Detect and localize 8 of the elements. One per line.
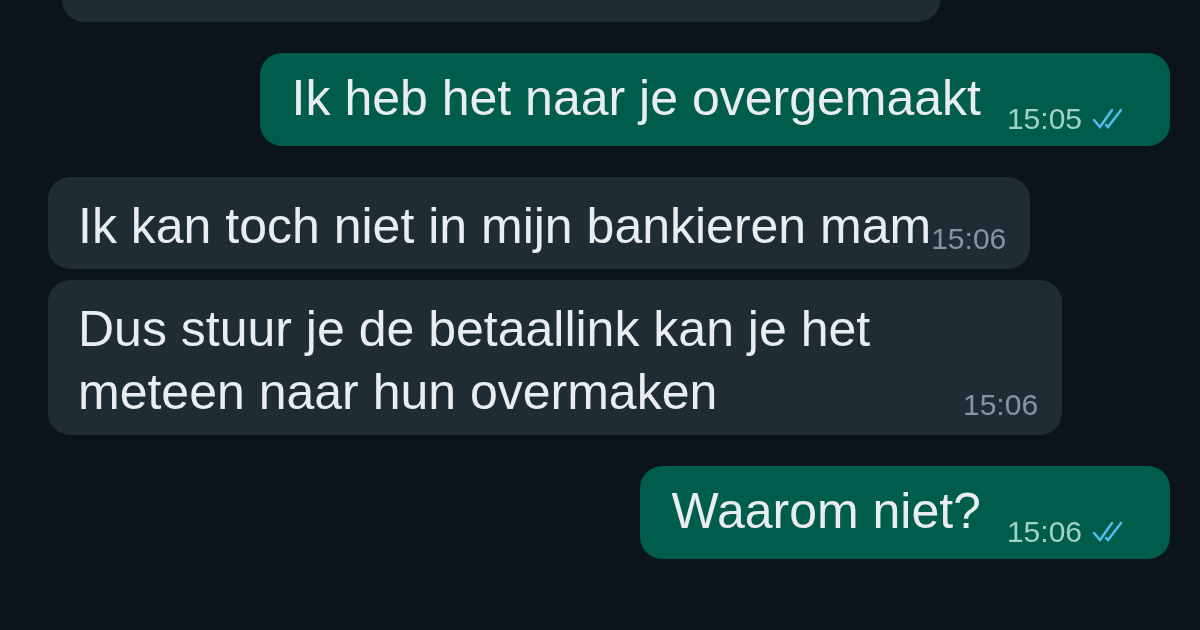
message-text: Dus stuur je de betaallink kan je het meteen naar hun overmaken [78,300,872,422]
message-text: Waarom niet? [671,482,981,541]
message-time: 15:05 [1006,101,1082,137]
message-time: 15:06 [931,221,1007,255]
message-time: 15:06 [1006,514,1082,550]
message-text: Ik kan toch niet in mijn bankieren mam [78,196,932,256]
message-text: Ik heb het naar je overgemaakt [291,69,981,128]
message-time: 15:06 [963,387,1039,421]
